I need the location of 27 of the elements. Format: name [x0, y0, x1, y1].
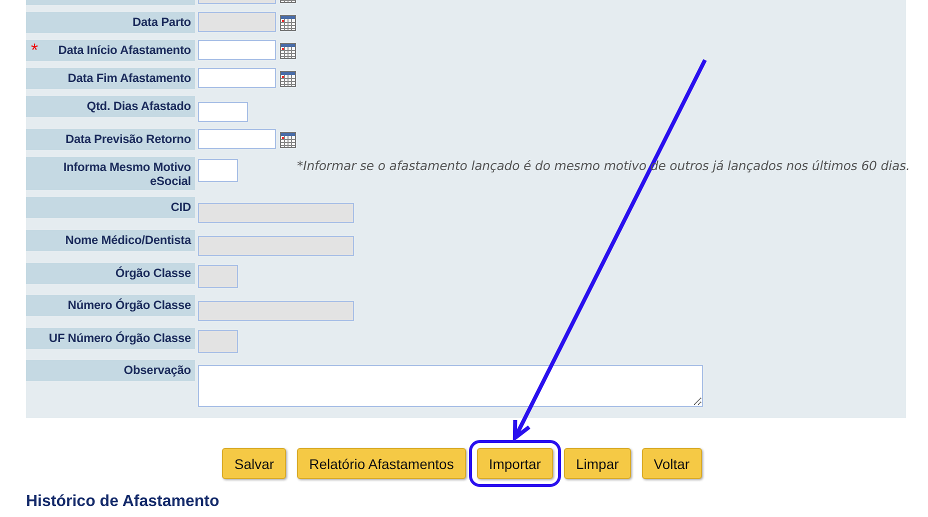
field-label: CID: [26, 197, 195, 218]
action-button[interactable]: Voltar: [642, 448, 702, 479]
field-label: Nome Médico/Dentista: [26, 230, 195, 251]
field-label: Observação: [26, 360, 195, 381]
date-field[interactable]: [198, 68, 276, 88]
calendar-icon[interactable]: [280, 71, 296, 87]
calendar-icon[interactable]: [280, 43, 296, 59]
required-marker: *: [31, 41, 38, 59]
field-label: Data Fim Afastamento: [26, 68, 195, 89]
date-field[interactable]: [198, 129, 276, 149]
field-label: UF Número Órgão Classe: [26, 328, 195, 349]
input-field[interactable]: [198, 102, 248, 122]
field-label: Data Previsão Retorno: [26, 129, 195, 150]
field-label: Órgão Classe: [26, 263, 195, 284]
input-field[interactable]: [198, 159, 238, 182]
action-button[interactable]: Relatório Afastamentos: [297, 448, 466, 479]
observation-field[interactable]: [198, 365, 703, 407]
field-label: Informa Mesmo Motivo eSocial: [26, 157, 195, 190]
section-title: Histórico de Afastamento: [26, 493, 220, 510]
action-button[interactable]: Limpar: [564, 448, 631, 479]
field-label: Número Órgão Classe: [26, 295, 195, 316]
calendar-icon[interactable]: [280, 15, 296, 31]
field-label: Qtd. Dias Afastado: [26, 96, 195, 117]
action-button[interactable]: Salvar: [222, 448, 286, 479]
field-label: Data Parto: [26, 12, 195, 33]
date-field[interactable]: [198, 40, 276, 60]
calendar-icon[interactable]: [280, 132, 296, 148]
